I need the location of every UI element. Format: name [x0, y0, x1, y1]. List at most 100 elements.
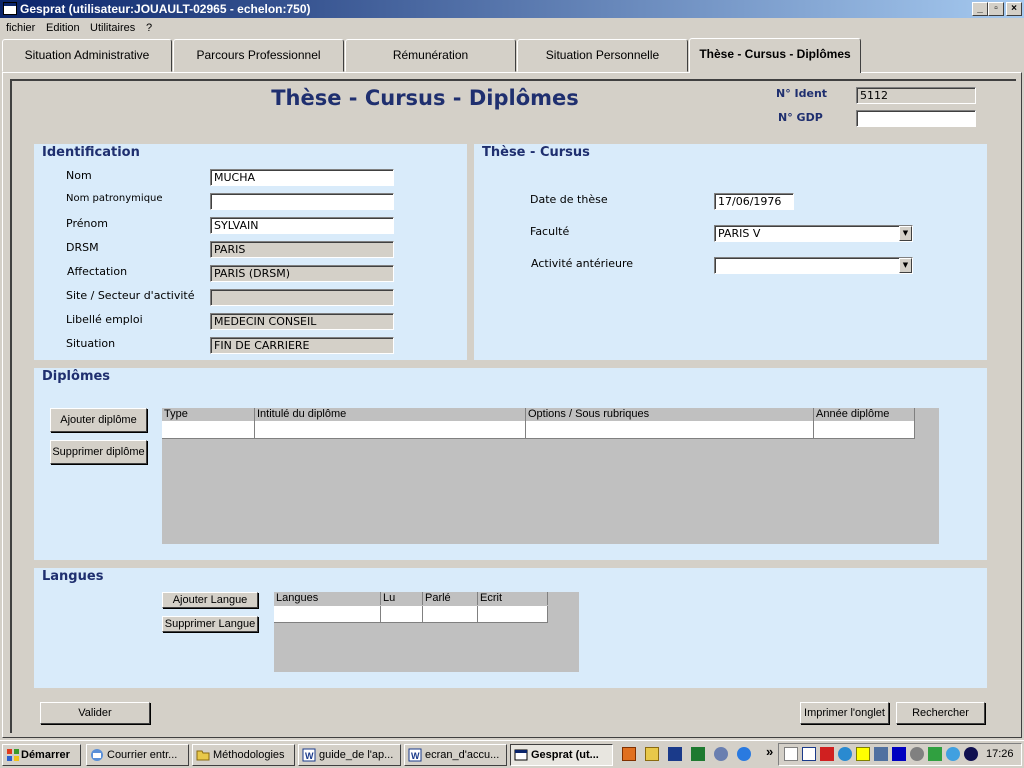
menu-help[interactable]: ? [146, 22, 152, 34]
tray-app-icon[interactable] [928, 747, 942, 761]
affectation-label: Affectation [67, 265, 128, 278]
gdp-label: N° GDP [778, 111, 823, 124]
affectation-field: PARIS (DRSM) [210, 265, 394, 282]
nom-patronymique-field[interactable] [210, 193, 394, 210]
tray-app-icon[interactable] [964, 747, 978, 761]
menu-fichier[interactable]: fichier [6, 22, 35, 34]
maximize-button[interactable]: ▫ [988, 2, 1004, 16]
column-header-parle[interactable]: Parlé [423, 592, 478, 605]
libelle-emploi-label: Libellé emploi [66, 313, 143, 326]
situation-field: FIN DE CARRIERE [210, 337, 394, 354]
tab-situation-personnelle[interactable]: Situation Personnelle [517, 39, 688, 72]
tab-remuneration[interactable]: Rémunération [345, 39, 516, 72]
task-gesprat[interactable]: Gesprat (ut... [510, 744, 613, 766]
prenom-label: Prénom [66, 217, 108, 230]
table-cell[interactable] [255, 421, 526, 439]
add-diplome-button[interactable]: Ajouter diplôme [50, 408, 147, 432]
app-icon[interactable] [3, 2, 17, 15]
window-title: Gesprat (utilisateur:JOUAULT-02965 - ech… [20, 2, 311, 16]
tab-situation-administrative[interactable]: Situation Administrative [2, 39, 172, 72]
identification-title: Identification [42, 145, 140, 160]
more-icon[interactable]: » [766, 744, 773, 759]
ident-label: N° Ident [776, 87, 828, 100]
column-header-lu[interactable]: Lu [381, 592, 423, 605]
these-cursus-title: Thèse - Cursus [482, 145, 590, 160]
langues-grid[interactable]: Langues Lu Parlé Ecrit [274, 592, 579, 672]
tray-network-icon[interactable] [874, 747, 888, 761]
table-cell[interactable] [381, 606, 423, 623]
tray-app-icon[interactable] [892, 747, 906, 761]
folder-icon[interactable] [645, 747, 659, 761]
column-header-annee[interactable]: Année diplôme [814, 408, 915, 421]
menu-utilitaires[interactable]: Utilitaires [90, 22, 135, 34]
chevron-down-icon[interactable]: ▼ [899, 226, 912, 241]
column-header-ecrit[interactable]: Ecrit [478, 592, 548, 605]
search-button[interactable]: Rechercher [896, 702, 985, 724]
faculte-select[interactable]: PARIS V ▼ [714, 225, 913, 242]
column-header-langues[interactable]: Langues [274, 592, 381, 605]
add-langue-button[interactable]: Ajouter Langue [162, 592, 258, 608]
print-tab-button[interactable]: Imprimer l'onglet [800, 702, 889, 724]
site-secteur-label: Site / Secteur d'activité [66, 289, 195, 302]
word-icon[interactable] [668, 747, 682, 761]
ident-field: 5112 [856, 87, 976, 104]
tab-these-cursus-diplomes[interactable]: Thèse - Cursus - Diplômes [689, 38, 861, 73]
menu-bar [0, 18, 1024, 38]
libelle-emploi-field: MEDECIN CONSEIL [210, 313, 394, 330]
task-ecran[interactable]: W ecran_d'accu... [404, 744, 507, 766]
date-these-label: Date de thèse [530, 193, 608, 206]
task-label: Méthodologies [213, 749, 285, 761]
task-label: Gesprat (ut... [531, 749, 599, 761]
mail-icon[interactable] [714, 747, 728, 761]
tray-app-icon[interactable] [856, 747, 870, 761]
table-cell[interactable] [274, 606, 381, 623]
column-header-type[interactable]: Type [162, 408, 255, 421]
valider-button[interactable]: Valider [40, 702, 150, 724]
window-title-bar[interactable]: Gesprat (utilisateur:JOUAULT-02965 - ech… [0, 0, 1024, 18]
task-methodologies[interactable]: Méthodologies [192, 744, 295, 766]
column-header-options[interactable]: Options / Sous rubriques [526, 408, 814, 421]
task-courrier[interactable]: Courrier entr... [86, 744, 189, 766]
faculte-value: PARIS V [718, 227, 761, 240]
svg-text:W: W [305, 751, 314, 761]
word-document-icon: W [408, 748, 422, 762]
tray-app-icon[interactable] [784, 747, 798, 761]
table-cell[interactable] [814, 421, 915, 439]
table-cell[interactable] [526, 421, 814, 439]
table-cell[interactable] [478, 606, 548, 623]
nom-patronymique-label: Nom patronymique [66, 193, 163, 204]
drsm-label: DRSM [66, 241, 99, 254]
prenom-field[interactable]: SYLVAIN [210, 217, 394, 234]
close-button[interactable]: × [1006, 2, 1022, 16]
minimize-button[interactable]: _ [972, 2, 988, 16]
start-button[interactable]: Démarrer [2, 744, 81, 766]
diplomes-title: Diplômes [42, 369, 111, 384]
app-quicklaunch-icon[interactable] [622, 747, 636, 761]
diplomes-grid[interactable]: Type Intitulé du diplôme Options / Sous … [162, 408, 939, 544]
activite-anterieure-select[interactable]: ▼ [714, 257, 913, 274]
task-label: guide_de l'ap... [319, 749, 394, 761]
tray-network-icon[interactable] [838, 747, 852, 761]
task-guide[interactable]: W guide_de l'ap... [298, 744, 401, 766]
tray-antivirus-icon[interactable] [820, 747, 834, 761]
date-these-field[interactable]: 17/06/1976 [714, 193, 794, 210]
menu-edition[interactable]: Edition [46, 22, 80, 34]
excel-icon[interactable] [691, 747, 705, 761]
faculte-label: Faculté [530, 225, 570, 238]
column-header-intitule[interactable]: Intitulé du diplôme [255, 408, 526, 421]
remove-diplome-button[interactable]: Supprimer diplôme [50, 440, 147, 464]
remove-langue-button[interactable]: Supprimer Langue [162, 616, 258, 632]
tray-app-icon[interactable] [910, 747, 924, 761]
nom-field[interactable]: MUCHA [210, 169, 394, 186]
tray-app-icon[interactable] [946, 747, 960, 761]
svg-text:W: W [411, 751, 420, 761]
word-document-icon: W [302, 748, 316, 762]
table-cell[interactable] [162, 421, 255, 439]
tray-app-icon[interactable] [802, 747, 816, 761]
tab-parcours-professionnel[interactable]: Parcours Professionnel [173, 39, 344, 72]
chevron-down-icon[interactable]: ▼ [899, 258, 912, 273]
gdp-field[interactable] [856, 110, 976, 127]
internet-explorer-icon[interactable] [737, 747, 751, 761]
clock[interactable]: 17:26 [986, 748, 1014, 760]
table-cell[interactable] [423, 606, 478, 623]
